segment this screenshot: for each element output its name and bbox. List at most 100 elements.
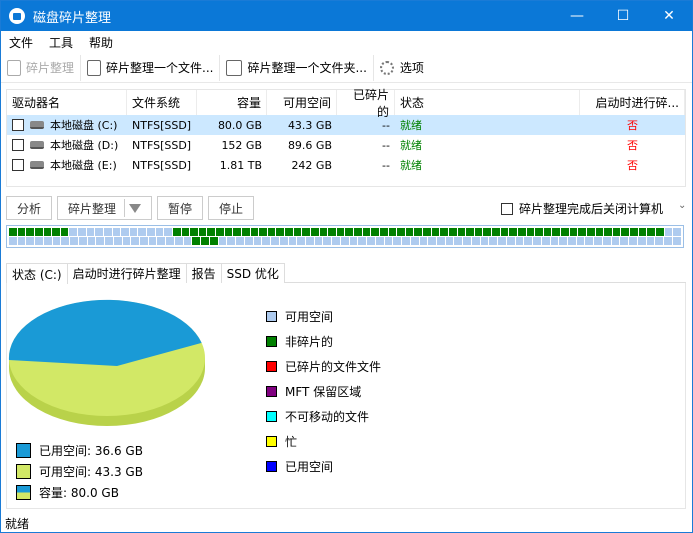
cluster-block <box>492 228 500 236</box>
col-drive[interactable]: 驱动器名 <box>7 90 127 115</box>
col-free[interactable]: 可用空间 <box>267 90 337 115</box>
tab-status[interactable]: 状态 (C:) <box>6 263 68 284</box>
cluster-block <box>172 228 181 236</box>
defrag-label: 碎片整理 <box>26 61 75 75</box>
col-status[interactable]: 状态 <box>395 90 580 115</box>
chevron-down-icon[interactable]: ⌄ <box>678 200 686 211</box>
pause-button[interactable]: 暂停 <box>157 196 204 220</box>
cluster-block <box>578 228 586 236</box>
cluster-block <box>559 237 567 245</box>
cluster-block <box>271 237 279 245</box>
boot-defrag-cell: 否 <box>627 159 638 172</box>
cluster-block <box>543 228 552 236</box>
row-checkbox[interactable] <box>12 159 24 171</box>
cluster-block <box>585 237 594 245</box>
legend-item: MFT 保留区域 <box>266 379 381 404</box>
cluster-block <box>26 237 35 245</box>
cluster-block <box>259 228 267 236</box>
row-checkbox[interactable] <box>12 119 24 131</box>
cluster-block <box>586 228 595 236</box>
cluster-block <box>463 237 471 245</box>
cluster-block <box>375 237 384 245</box>
cluster-block <box>138 228 146 236</box>
cluster-block <box>672 237 681 245</box>
cluster-block <box>637 237 646 245</box>
cluster-block <box>224 228 233 236</box>
cluster-block <box>533 237 541 245</box>
cluster-block <box>362 228 371 236</box>
cluster-block <box>423 228 431 236</box>
col-boot-defrag[interactable]: 启动时进行碎... <box>580 90 685 115</box>
fs-cell: NTFS[SSD] <box>132 138 192 152</box>
legend-item: 已碎片的文件文件 <box>266 354 381 379</box>
cluster-block <box>611 237 620 245</box>
cluster-block <box>664 237 672 245</box>
cluster-block <box>594 237 602 245</box>
drive-icon <box>30 141 44 149</box>
cluster-block <box>155 228 164 236</box>
cluster-block <box>445 237 454 245</box>
legend-swatch <box>266 461 277 472</box>
cluster-block <box>440 228 448 236</box>
table-row[interactable]: 本地磁盘 (C:) NTFS[SSD] 80.0 GB 43.3 GB -- 就… <box>7 115 685 135</box>
cluster-block <box>227 237 236 245</box>
cluster-block <box>354 228 362 236</box>
pie-legend-item: 容量: 80.0 GB <box>16 482 143 503</box>
maximize-button[interactable]: ☐ <box>600 1 646 31</box>
cluster-block <box>647 228 655 236</box>
pie-legend-swatch <box>16 485 31 500</box>
options-button[interactable]: 选项 <box>374 55 430 81</box>
legend-label: 忙 <box>285 435 298 449</box>
defrag-button[interactable]: 碎片整理 <box>57 196 153 220</box>
shutdown-option[interactable]: 碎片整理完成后关闭计算机 <box>501 200 663 217</box>
cluster-block <box>207 228 215 236</box>
cluster-block <box>236 237 244 245</box>
tab-ssd[interactable]: SSD 优化 <box>220 263 285 283</box>
cluster-block <box>35 237 43 245</box>
cluster-block <box>550 237 559 245</box>
analyze-button[interactable]: 分析 <box>6 196 53 220</box>
cluster-block <box>664 228 673 236</box>
fragmented-cell: -- <box>382 118 390 132</box>
cluster-block <box>569 228 578 236</box>
file-icon <box>87 59 102 76</box>
menu-help[interactable]: 帮助 <box>81 34 121 51</box>
cluster-block <box>140 237 148 245</box>
table-row[interactable]: 本地磁盘 (D:) NTFS[SSD] 152 GB 89.6 GB -- 就绪… <box>7 135 685 155</box>
menu-tools[interactable]: 工具 <box>41 34 81 51</box>
legend-item: 可用空间 <box>266 304 381 329</box>
table-row[interactable]: 本地磁盘 (E:) NTFS[SSD] 1.81 TB 242 GB -- 就绪… <box>7 155 685 175</box>
menu-file[interactable]: 文件 <box>1 34 41 51</box>
cluster-block <box>630 228 638 236</box>
defrag-file-button[interactable]: 碎片整理一个文件... <box>81 54 221 81</box>
cluster-block <box>552 228 560 236</box>
tab-report[interactable]: 报告 <box>185 263 222 283</box>
defrag-toolbar-button[interactable]: 碎片整理 <box>1 54 82 81</box>
stop-button[interactable]: 停止 <box>208 196 255 220</box>
cluster-block <box>466 228 474 236</box>
tab-bar: 状态 (C:) 启动时进行碎片整理 报告 SSD 优化 <box>6 263 686 284</box>
legend-swatch <box>266 436 277 447</box>
col-fs[interactable]: 文件系统 <box>127 90 197 115</box>
legend-swatch <box>266 311 277 322</box>
menu-bar: 文件 工具 帮助 <box>1 31 121 53</box>
row-checkbox[interactable] <box>12 139 24 151</box>
close-button[interactable]: ✕ <box>646 1 692 31</box>
cluster-block <box>414 228 422 236</box>
minimize-button[interactable]: — <box>554 1 600 31</box>
col-capacity[interactable]: 容量 <box>197 90 267 115</box>
col-fragmented[interactable]: 已碎片的 <box>337 88 395 119</box>
cluster-block <box>9 228 17 236</box>
cluster-block <box>410 237 419 245</box>
cluster-block <box>52 237 61 245</box>
defrag-folder-button[interactable]: 碎片整理一个文件夹... <box>220 54 374 81</box>
shutdown-checkbox[interactable] <box>501 202 513 215</box>
cluster-block <box>148 237 157 245</box>
cluster-block <box>87 237 96 245</box>
cluster-block <box>121 228 129 236</box>
cluster-block <box>297 237 305 245</box>
cluster-block <box>113 237 122 245</box>
cluster-block <box>526 228 535 236</box>
tab-boot-defrag[interactable]: 启动时进行碎片整理 <box>66 263 187 283</box>
dropdown-arrow-icon[interactable] <box>129 203 142 213</box>
